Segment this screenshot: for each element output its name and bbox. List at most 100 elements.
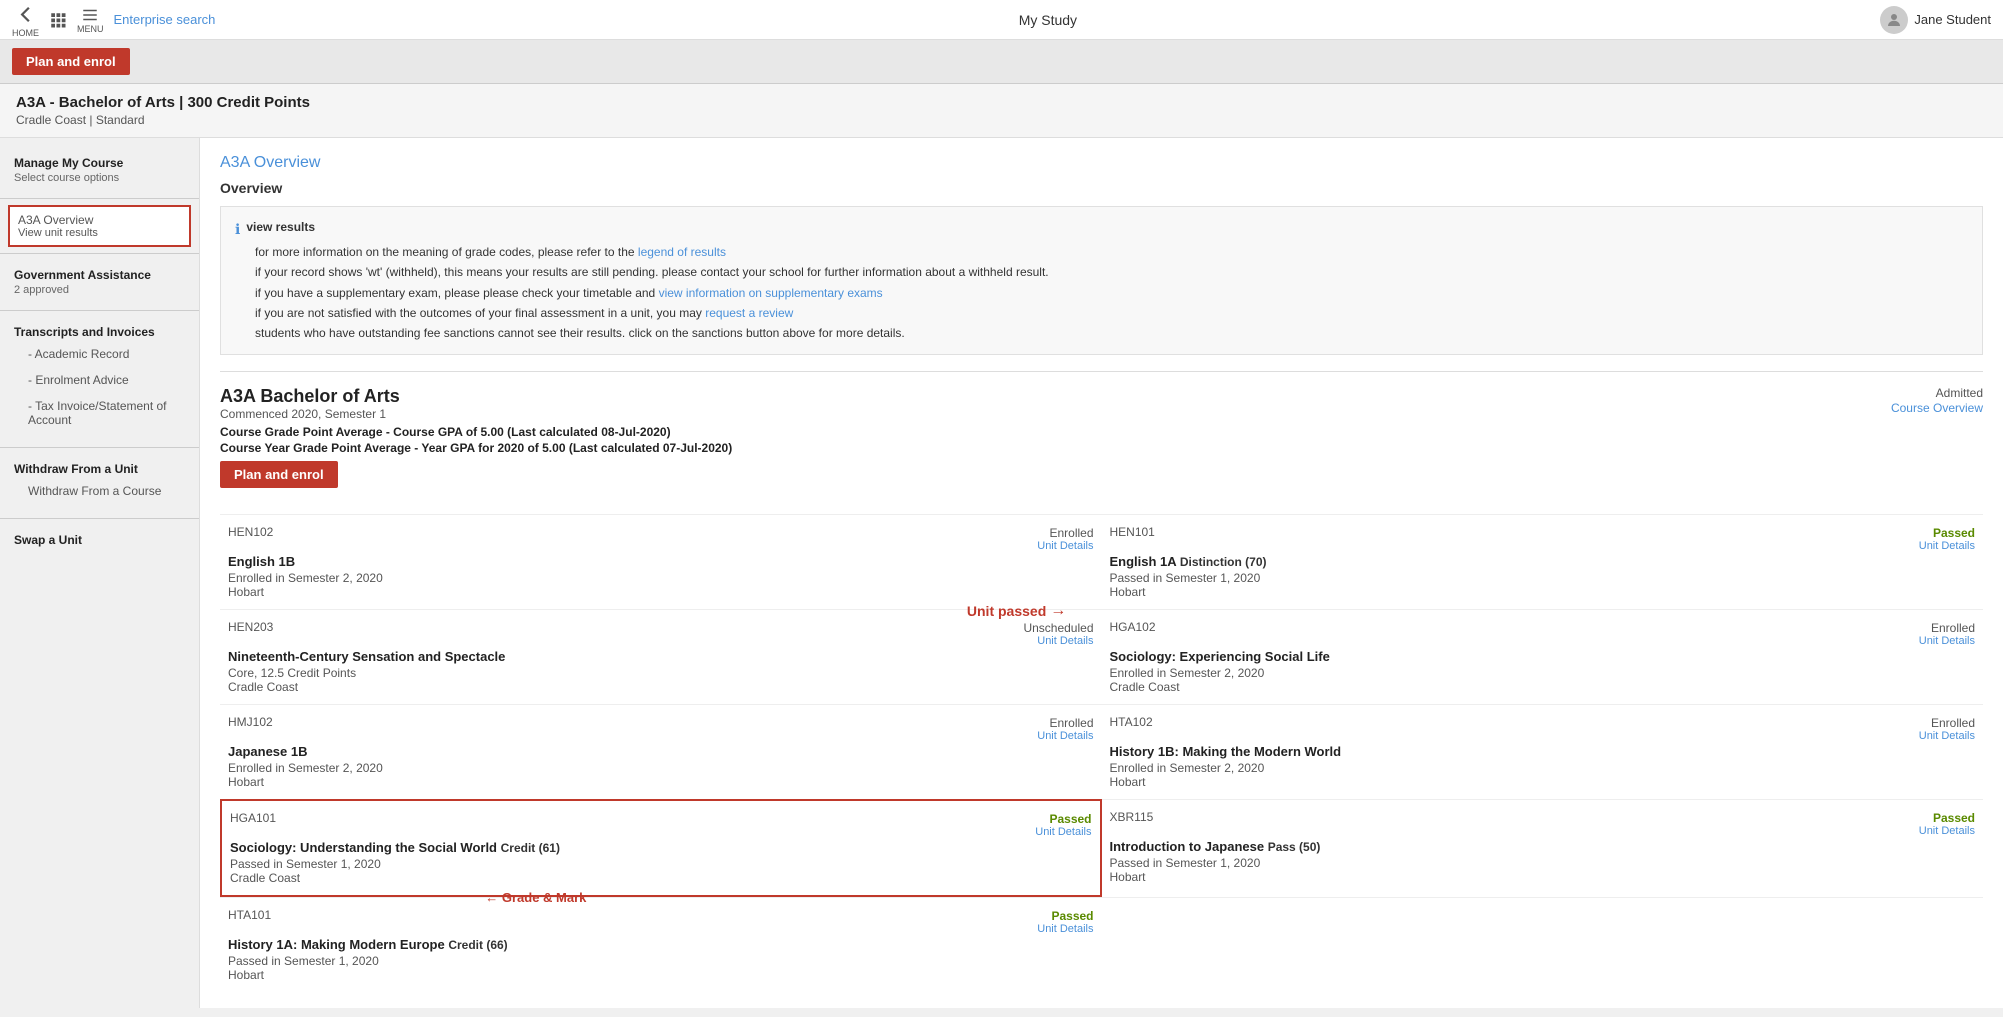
course-sub: Cradle Coast | Standard	[16, 113, 1987, 127]
sidebar: Manage My Course Select course options A…	[0, 138, 200, 1008]
plan-enrol-content-button[interactable]: Plan and enrol	[220, 461, 338, 488]
unit-status: Enrolled	[1931, 716, 1975, 730]
supplementary-exams-link[interactable]: view information on supplementary exams	[659, 286, 883, 300]
course-title: A3A - Bachelor of Arts | 300 Credit Poin…	[16, 94, 1987, 111]
sidebar-active-item[interactable]: A3A Overview View unit results	[8, 205, 191, 247]
info-row-main: ℹ view results	[235, 217, 1968, 242]
unit-credit: Pass (50)	[1268, 840, 1321, 854]
course-block-title-area: A3A Bachelor of Arts Commenced 2020, Sem…	[220, 386, 732, 457]
unit-hga101: HGA101 Passed Unit Details Sociology: Un…	[220, 799, 1102, 897]
unit-credit: Credit (61)	[501, 841, 560, 855]
unit-hen101-status-col: Passed Unit Details	[1919, 525, 1975, 552]
unit-info2: Hobart	[1110, 775, 1976, 789]
sidebar-divider-2	[0, 253, 199, 254]
unit-status: Passed	[1933, 811, 1975, 825]
unit-hta101: HTA101 Passed Unit Details History 1A: M…	[220, 897, 1102, 992]
section-title: A3A Overview	[220, 154, 1983, 172]
plan-enrol-top-bar: Plan and enrol	[0, 40, 2003, 84]
unit-info2: Hobart	[228, 968, 1094, 982]
course-status-area: Admitted Course Overview	[1891, 386, 1983, 415]
unit-details-link[interactable]: Unit Details	[1037, 923, 1093, 935]
unit-code: HEN203	[228, 620, 273, 634]
info-icon: ℹ	[235, 218, 240, 242]
sidebar-manage-title: Manage My Course	[14, 156, 185, 170]
unit-details-link[interactable]: Unit Details	[1919, 825, 1975, 837]
course-gpa1: Course Grade Point Average - Course GPA …	[220, 425, 732, 439]
unit-name: Sociology: Experiencing Social Life	[1110, 649, 1976, 664]
unit-info2: Cradle Coast	[1110, 680, 1976, 694]
unit-hmj102: HMJ102 Enrolled Unit Details Japanese 1B…	[220, 704, 1102, 799]
sidebar-gov-sub: 2 approved	[14, 284, 185, 296]
unit-info2: Hobart	[1110, 585, 1976, 599]
sidebar-manage-sub[interactable]: Select course options	[14, 172, 185, 184]
sidebar-enrolment-advice[interactable]: - Enrolment Advice	[14, 367, 185, 393]
unit-hga101-status-col: Passed Unit Details	[1035, 811, 1091, 838]
unit-hmj102-status-col: Enrolled Unit Details	[1037, 715, 1093, 742]
unit-hen203-header: HEN203 Unscheduled Unit Details	[228, 620, 1094, 647]
unit-code: HGA102	[1110, 620, 1156, 634]
unit-info2: Hobart	[1110, 870, 1976, 884]
unit-details-link[interactable]: Unit Details	[1919, 635, 1975, 647]
sidebar-divider-3	[0, 310, 199, 311]
info-view-results-label: view results	[246, 220, 315, 234]
back-home-icon[interactable]: HOME	[12, 1, 39, 38]
sidebar-divider-1	[0, 198, 199, 199]
unit-status: Enrolled	[1049, 526, 1093, 540]
legend-link[interactable]: legend of results	[638, 245, 726, 259]
sidebar-swap-section: Swap a Unit	[0, 525, 199, 557]
menu-icon-group[interactable]: MENU	[77, 6, 104, 34]
unit-details-link[interactable]: Unit Details	[1037, 540, 1093, 552]
unit-placeholder	[1102, 897, 1984, 992]
unit-hta101-status-col: Passed Unit Details	[1037, 908, 1093, 935]
info-line3-pre: if you have a supplementary exam, please…	[255, 286, 655, 300]
sidebar-manage-section: Manage My Course Select course options	[0, 148, 199, 192]
unit-hmj102-header: HMJ102 Enrolled Unit Details	[228, 715, 1094, 742]
sidebar-tax-invoice[interactable]: - Tax Invoice/Statement of Account	[14, 393, 185, 433]
unit-hen102-header: HEN102 Enrolled Unit Details	[228, 525, 1094, 552]
request-review-link[interactable]: request a review	[705, 306, 793, 320]
course-gpa2: Course Year Grade Point Average - Year G…	[220, 441, 732, 455]
enterprise-search[interactable]: Enterprise search	[114, 12, 216, 27]
unit-name: Introduction to Japanese Pass (50)	[1110, 839, 1976, 854]
unit-code: HTA101	[228, 908, 271, 922]
nav-left: HOME MENU Enterprise search	[12, 1, 215, 38]
grid-icon-group[interactable]	[49, 11, 67, 29]
unit-hen102-status-col: Enrolled Unit Details	[1037, 525, 1093, 552]
grade-mark-annotation: ← Grade & Mark	[485, 890, 586, 905]
unit-status: Enrolled	[1931, 621, 1975, 635]
unit-hta102-status-col: Enrolled Unit Details	[1919, 715, 1975, 742]
unit-info2: Hobart	[228, 585, 1094, 599]
unit-details-link[interactable]: Unit Details	[1023, 635, 1093, 647]
sidebar-divider-4	[0, 447, 199, 448]
info-sub-4: if you are not satisfied with the outcom…	[235, 303, 1968, 323]
unit-details-link[interactable]: Unit Details	[1919, 540, 1975, 552]
unit-info1: Passed in Semester 1, 2020	[1110, 856, 1976, 870]
unit-name: Japanese 1B	[228, 744, 1094, 759]
content-area: Manage My Course Select course options A…	[0, 138, 2003, 1008]
course-overview-link[interactable]: Course Overview	[1891, 401, 1983, 415]
user-info: Jane Student	[1880, 6, 1991, 34]
unit-name: English 1A Distinction (70)	[1110, 554, 1976, 569]
info-sub-5: students who have outstanding fee sancti…	[235, 323, 1968, 343]
unit-hen101-header: HEN101 Passed Unit Details	[1110, 525, 1976, 552]
course-block-title: A3A Bachelor of Arts	[220, 386, 732, 407]
unit-code: HEN102	[228, 525, 273, 539]
unit-info1: Enrolled in Semester 2, 2020	[1110, 666, 1976, 680]
unit-details-link[interactable]: Unit Details	[1037, 730, 1093, 742]
unit-info2: Hobart	[228, 775, 1094, 789]
plan-enrol-top-button[interactable]: Plan and enrol	[12, 48, 130, 75]
course-block-header: A3A Bachelor of Arts Commenced 2020, Sem…	[220, 386, 1983, 457]
unit-hta102: HTA102 Enrolled Unit Details History 1B:…	[1102, 704, 1984, 799]
unit-hga101-header: HGA101 Passed Unit Details	[230, 811, 1092, 838]
sidebar-academic-record[interactable]: - Academic Record	[14, 341, 185, 367]
unit-hga102: HGA102 Enrolled Unit Details Sociology: …	[1102, 609, 1984, 704]
unit-info1: Enrolled in Semester 2, 2020	[1110, 761, 1976, 775]
sidebar-withdraw-section: Withdraw From a Unit Withdraw From a Cou…	[0, 454, 199, 512]
info-sub-3: if you have a supplementary exam, please…	[235, 283, 1968, 303]
avatar	[1880, 6, 1908, 34]
unit-code: HMJ102	[228, 715, 273, 729]
unit-hen203: HEN203 Unscheduled Unit Details Nineteen…	[220, 609, 1102, 704]
unit-details-link[interactable]: Unit Details	[1035, 826, 1091, 838]
sidebar-withdraw-course[interactable]: Withdraw From a Course	[14, 478, 185, 504]
unit-details-link[interactable]: Unit Details	[1919, 730, 1975, 742]
